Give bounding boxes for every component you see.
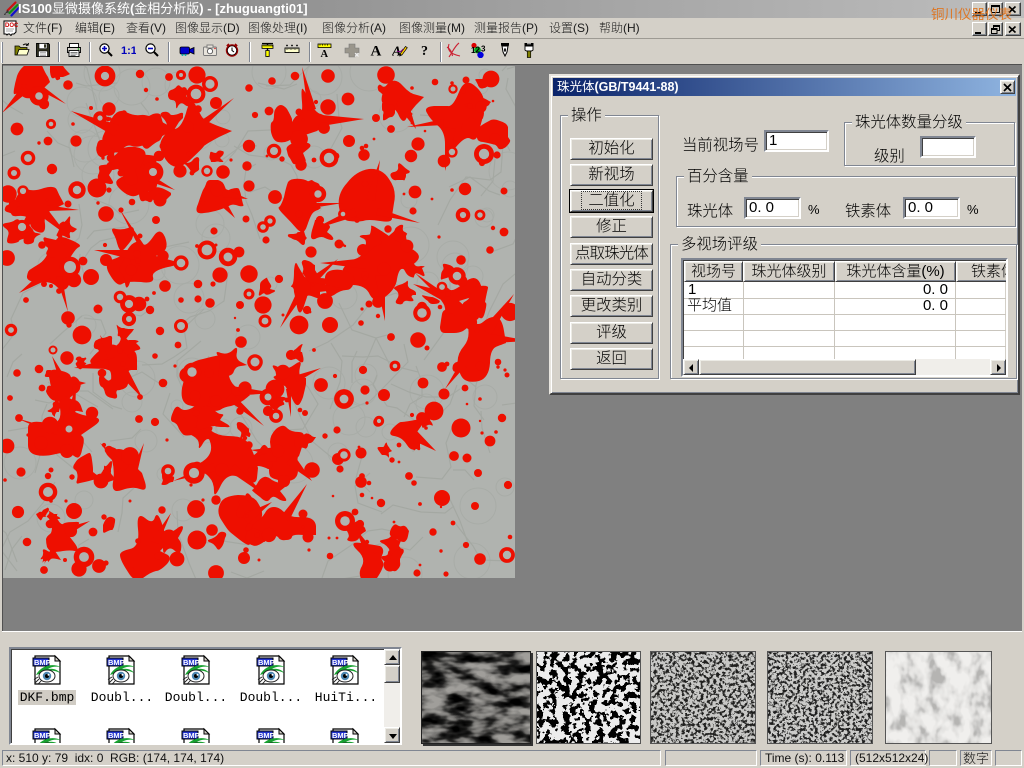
- svg-text:2: 2: [476, 46, 481, 55]
- svg-text:3: 3: [481, 45, 486, 54]
- svg-text:?: ?: [421, 44, 428, 58]
- svg-text:DOC: DOC: [5, 23, 18, 29]
- svg-text:A: A: [371, 44, 382, 59]
- svg-text:A: A: [321, 49, 329, 58]
- svg-text:1:1: 1:1: [121, 45, 136, 57]
